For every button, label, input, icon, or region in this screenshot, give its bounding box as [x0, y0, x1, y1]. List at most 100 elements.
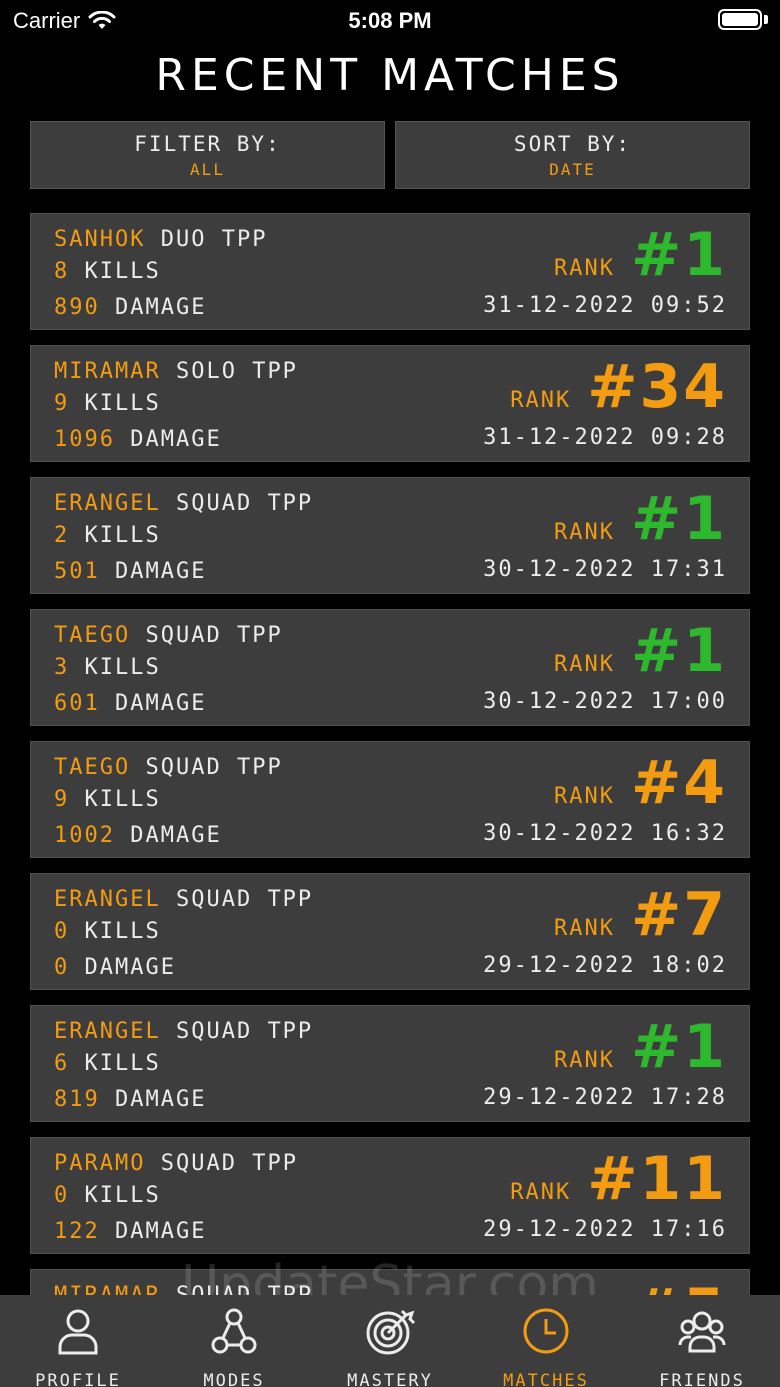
damage-label: DAMAGE — [115, 295, 207, 320]
match-map-mode: PARAMO SQUAD TPP — [54, 1151, 298, 1176]
match-rank: RANK #1 — [554, 616, 727, 686]
match-mode: SOLO TPP — [175, 359, 298, 384]
kills-value: 0 — [54, 1183, 70, 1208]
nodes-icon — [208, 1305, 260, 1361]
kills-value: 3 — [54, 655, 70, 680]
match-rank: RANK #7 — [554, 880, 727, 950]
person-icon — [52, 1305, 104, 1361]
match-card[interactable]: ERANGEL SQUAD TPP 2 KILLS 501 DAMAGE RANK #1… — [30, 477, 750, 594]
tab-label: MASTERY — [347, 1371, 433, 1387]
kills-label: KILLS — [84, 259, 161, 284]
match-card[interactable]: TAEGO SQUAD TPP 3 KILLS 601 DAMAGE RANK #1 30… — [30, 609, 750, 726]
match-list[interactable]: SANHOK DUO TPP 8 KILLS 890 DAMAGE RANK #1 31-… — [30, 213, 750, 1295]
match-kills: 2 KILLS — [54, 523, 161, 548]
rank-label: RANK — [510, 1180, 572, 1205]
sort-button[interactable]: SORT BY: DATE — [395, 121, 750, 189]
match-rank: RANK #1 — [554, 1012, 727, 1082]
match-date: 29-12-2022 17:16 — [483, 1217, 727, 1242]
match-map: TAEGO — [54, 623, 131, 648]
sort-value: DATE — [549, 159, 596, 179]
filter-label: FILTER BY: — [134, 131, 281, 156]
match-damage: 1002 DAMAGE — [54, 823, 222, 848]
damage-label: DAMAGE — [115, 559, 207, 584]
damage-label: DAMAGE — [115, 1219, 207, 1244]
match-map-mode: TAEGO SQUAD TPP — [54, 755, 283, 780]
match-card[interactable]: ERANGEL SQUAD TPP 0 KILLS 0 DAMAGE RANK #7 29… — [30, 873, 750, 990]
match-map: PARAMO — [54, 1151, 146, 1176]
match-date: 29-12-2022 18:02 — [483, 953, 727, 978]
rank-value: #11 — [587, 1144, 727, 1214]
target-icon — [364, 1305, 416, 1361]
match-damage: 1096 DAMAGE — [54, 427, 222, 452]
filter-button[interactable]: FILTER BY: ALL — [30, 121, 385, 189]
match-damage: 122 DAMAGE — [54, 1219, 206, 1244]
kills-value: 9 — [54, 787, 70, 812]
rank-label: RANK — [553, 784, 615, 809]
kills-label: KILLS — [84, 919, 161, 944]
tab-friends[interactable]: FRIENDS — [624, 1295, 780, 1387]
rank-value: #1 — [630, 616, 727, 686]
kills-label: KILLS — [84, 1051, 161, 1076]
rank-value: #1 — [630, 1012, 727, 1082]
damage-value: 819 — [54, 1087, 100, 1112]
kills-value: 2 — [54, 523, 70, 548]
damage-label: DAMAGE — [84, 955, 176, 980]
match-date: 31-12-2022 09:28 — [483, 425, 727, 450]
kills-label: KILLS — [84, 523, 161, 548]
match-card[interactable]: TAEGO SQUAD TPP 9 KILLS 1002 DAMAGE RANK #4 3… — [30, 741, 750, 858]
match-rank: RANK #1 — [554, 220, 727, 290]
match-rank: RANK #34 — [510, 352, 727, 422]
match-map-mode: SANHOK DUO TPP — [54, 227, 267, 252]
tab-bar: PROFILE MODES MASTERY MATCHES FRIENDS — [0, 1295, 780, 1387]
match-kills: 6 KILLS — [54, 1051, 161, 1076]
tab-modes[interactable]: MODES — [156, 1295, 312, 1387]
tab-mastery[interactable]: MASTERY — [312, 1295, 468, 1387]
match-map-mode: ERANGEL SQUAD TPP — [54, 887, 313, 912]
damage-value: 0 — [54, 955, 70, 980]
match-card[interactable]: ERANGEL SQUAD TPP 6 KILLS 819 DAMAGE RANK #1… — [30, 1005, 750, 1122]
match-card[interactable]: SANHOK DUO TPP 8 KILLS 890 DAMAGE RANK #1 31-… — [30, 213, 750, 330]
match-date: 30-12-2022 17:00 — [483, 689, 727, 714]
match-map: SANHOK — [54, 227, 146, 252]
kills-label: KILLS — [84, 391, 161, 416]
damage-label: DAMAGE — [130, 823, 222, 848]
match-kills: 0 KILLS — [54, 919, 161, 944]
match-card[interactable]: PARAMO SQUAD TPP 0 KILLS 122 DAMAGE RANK #11… — [30, 1137, 750, 1254]
rank-label: RANK — [553, 652, 615, 677]
match-mode: SQUAD TPP — [175, 1019, 314, 1044]
match-kills: 9 KILLS — [54, 787, 161, 812]
match-map: ERANGEL — [54, 887, 161, 912]
tab-label: MATCHES — [503, 1371, 589, 1387]
tab-matches[interactable]: MATCHES — [468, 1295, 624, 1387]
match-mode: SQUAD TPP — [175, 491, 314, 516]
match-card[interactable]: MIRAMAR SOLO TPP 9 KILLS 1096 DAMAGE RANK #3… — [30, 345, 750, 462]
rank-value: #1 — [630, 484, 727, 554]
damage-value: 501 — [54, 559, 100, 584]
match-map: ERANGEL — [54, 1019, 161, 1044]
match-map: TAEGO — [54, 755, 131, 780]
match-map-mode: ERANGEL SQUAD TPP — [54, 491, 313, 516]
sort-label: SORT BY: — [513, 131, 632, 156]
kills-value: 6 — [54, 1051, 70, 1076]
match-kills: 9 KILLS — [54, 391, 161, 416]
tab-label: MODES — [203, 1371, 265, 1387]
match-mode: DUO TPP — [160, 227, 268, 252]
status-bar: Carrier 5:08 PM — [0, 0, 780, 40]
match-damage: 501 DAMAGE — [54, 559, 206, 584]
match-date: 30-12-2022 17:31 — [483, 557, 727, 582]
match-map-mode: ERANGEL SQUAD TPP — [54, 1019, 313, 1044]
damage-value: 890 — [54, 295, 100, 320]
damage-label: DAMAGE — [115, 1087, 207, 1112]
tab-label: PROFILE — [35, 1371, 121, 1387]
damage-value: 601 — [54, 691, 100, 716]
status-time: 5:08 PM — [348, 8, 432, 33]
rank-label: RANK — [553, 1048, 615, 1073]
tab-label: FRIENDS — [659, 1371, 745, 1387]
match-date: 29-12-2022 17:28 — [483, 1085, 727, 1110]
match-mode: SQUAD TPP — [145, 623, 283, 648]
rank-value: #1 — [630, 220, 727, 290]
kills-value: 0 — [54, 919, 70, 944]
tab-profile[interactable]: PROFILE — [0, 1295, 156, 1387]
match-map: ERANGEL — [54, 491, 161, 516]
match-damage: 819 DAMAGE — [54, 1087, 206, 1112]
